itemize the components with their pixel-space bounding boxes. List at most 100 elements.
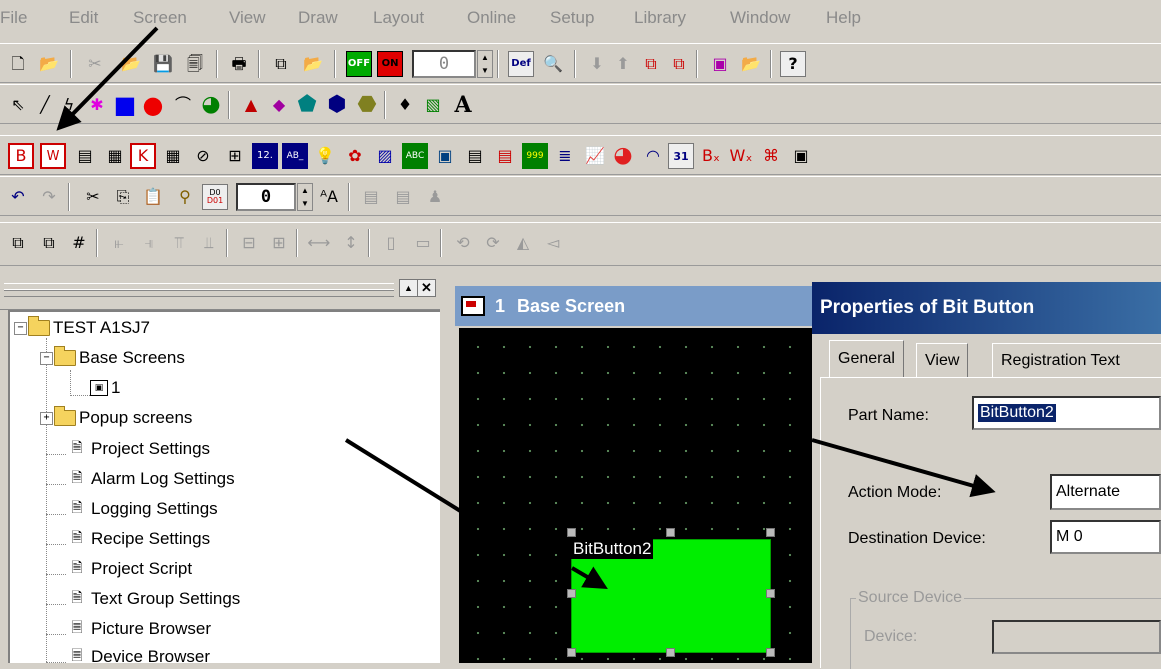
lock-icon[interactable]: ♟ [422,184,448,210]
resize-handle[interactable] [666,528,675,537]
align-right-icon[interactable]: ⫣ [136,230,162,256]
tree-item-popup-screens[interactable]: Popup screens [54,405,192,431]
numeric-display-icon[interactable]: 12. [252,143,278,169]
bar-graph-icon[interactable]: ≣ [552,143,578,169]
group-icon[interactable]: ▤ [358,184,384,210]
pie-chart-icon[interactable]: ◕ [610,143,636,169]
resize-handle[interactable] [766,589,775,598]
script-icon[interactable]: ⌘ [758,143,784,169]
octagon-icon[interactable]: ⬣ [354,92,380,118]
message-lamp-icon[interactable]: 💡 [312,143,338,169]
library-icon[interactable]: ▣ [707,51,733,77]
menu-online[interactable]: Online [467,8,516,28]
tab-registration-text[interactable]: Registration Text [992,343,1161,377]
diamond-icon[interactable]: ◆ [266,92,292,118]
part-name-field[interactable]: BitButton2 [972,396,1161,430]
freeform-icon[interactable]: ✱ [84,92,110,118]
triangle-icon[interactable]: ▲ [238,92,264,118]
expand-popup-screens-toggle[interactable]: + [40,412,53,425]
resize-handle[interactable] [766,528,775,537]
menu-layout[interactable]: Layout [373,8,424,28]
center-horizontal-icon[interactable]: ⊞ [266,230,292,256]
align-left-icon[interactable]: ⫦ [106,230,132,256]
new-file-icon[interactable]: 🗋 [5,51,31,77]
picture-display-icon[interactable]: ▨ [372,143,398,169]
dialog-title[interactable]: Properties of Bit Button [812,282,1161,334]
resize-handle[interactable] [567,648,576,657]
open-screen-icon[interactable]: 📂 [300,51,326,77]
disabled-tool-icon[interactable]: ✂ [82,51,108,77]
same-height-icon[interactable]: ▭ [410,230,436,256]
text-resize-icon[interactable]: ᴬA [316,184,342,210]
hexagon-icon[interactable]: ⬢ [324,92,350,118]
menu-library[interactable]: Library [634,8,686,28]
bit-write-icon[interactable]: Bₓ [698,143,724,169]
calendar-icon[interactable]: 31 [668,143,694,169]
upload-icon[interactable]: ⧉ [666,51,692,77]
ungroup-icon[interactable]: ▤ [390,184,416,210]
collapse-root-toggle[interactable]: − [14,322,27,335]
close-panel-icon[interactable]: ✕ [417,279,436,297]
align-bottom-icon[interactable]: ⫫ [196,230,222,256]
animation-icon[interactable]: ✿ [342,143,368,169]
pointer-icon[interactable]: ⇖ [5,92,31,118]
disabled-folder-icon[interactable]: 📂 [118,51,144,77]
counter-icon[interactable]: 999 [522,143,548,169]
resize-handle[interactable] [567,528,576,537]
fill-icon[interactable]: ♦ [392,92,418,118]
print-icon[interactable]: 🖶 [226,51,252,77]
bring-front-icon[interactable]: ⧉ [5,230,31,256]
tab-view[interactable]: View [916,343,969,377]
line-icon[interactable]: ╱ [32,92,58,118]
library-open-icon[interactable]: 📂 [738,51,764,77]
cut-icon[interactable]: ✂ [80,184,106,210]
paste-icon[interactable]: 📋 [140,184,166,210]
tree-item-root[interactable]: TEST A1SJ7 [28,315,150,341]
table-icon[interactable]: ▣ [432,143,458,169]
action-mode-select[interactable]: Alternate [1050,474,1161,510]
on-state-icon[interactable]: ON [377,51,403,77]
collapse-base-screens-toggle[interactable]: − [40,352,53,365]
more-parts-icon[interactable]: ▣ [788,143,814,169]
menu-draw[interactable]: Draw [298,8,338,28]
resize-handle[interactable] [567,589,576,598]
save-icon[interactable]: 💾 [150,51,176,77]
menu-edit[interactable]: Edit [69,8,98,28]
resize-handle[interactable] [766,648,775,657]
base-screen-titlebar[interactable]: 1 Base Screen [455,286,827,326]
help-icon[interactable]: ? [780,51,806,77]
pie-icon[interactable]: ◕ [198,92,224,118]
meter-icon[interactable]: ◠ [640,143,666,169]
flip-horizontal-icon[interactable]: ◭ [510,230,536,256]
polyline-icon[interactable]: ϟ [56,92,82,118]
alarm-icon[interactable]: ▤ [462,143,488,169]
font-size-spinner[interactable]: ▲ ▼ [297,183,313,211]
tree-item-base-screens[interactable]: Base Screens [54,345,185,371]
copy-screen-icon[interactable]: ⧉ [268,51,294,77]
tree-item-project-settings[interactable]: 🗎 Project Settings [66,436,210,462]
tree-item-picture-browser[interactable]: 🗏 Picture Browser [66,616,211,642]
multi-button-icon[interactable]: ▦ [102,143,128,169]
text-tool-icon[interactable]: A [450,92,476,118]
save-all-icon[interactable]: 🗐 [182,51,208,77]
grid-icon[interactable]: # [66,230,92,256]
move-up-icon[interactable]: ⬆ [610,51,636,77]
destination-device-field[interactable]: M 0 [1050,520,1161,554]
picture-icon[interactable]: ▧ [420,92,446,118]
open-folder-icon[interactable]: 📂 [36,51,62,77]
menu-setup[interactable]: Setup [550,8,594,28]
font-size-input[interactable]: 0 [236,183,296,211]
tree-item-screen-1[interactable]: ▣ 1 [90,375,120,401]
ellipse-icon[interactable]: ● [140,92,166,118]
same-width-icon[interactable]: ▯ [378,230,404,256]
page-button-icon[interactable]: ▤ [72,143,98,169]
device-replace-icon[interactable]: D0 D01 [202,184,228,210]
line-graph-icon[interactable]: 📈 [582,143,608,169]
maximize-panel-icon[interactable]: ▲ [399,279,418,297]
tree-item-text-group-settings[interactable]: 🗎 Text Group Settings [66,586,240,612]
resize-handle[interactable] [666,648,675,657]
center-vertical-icon[interactable]: ⊟ [236,230,262,256]
undo-icon[interactable]: ↶ [5,184,31,210]
menu-view[interactable]: View [229,8,266,28]
download-icon[interactable]: ⧉ [638,51,664,77]
